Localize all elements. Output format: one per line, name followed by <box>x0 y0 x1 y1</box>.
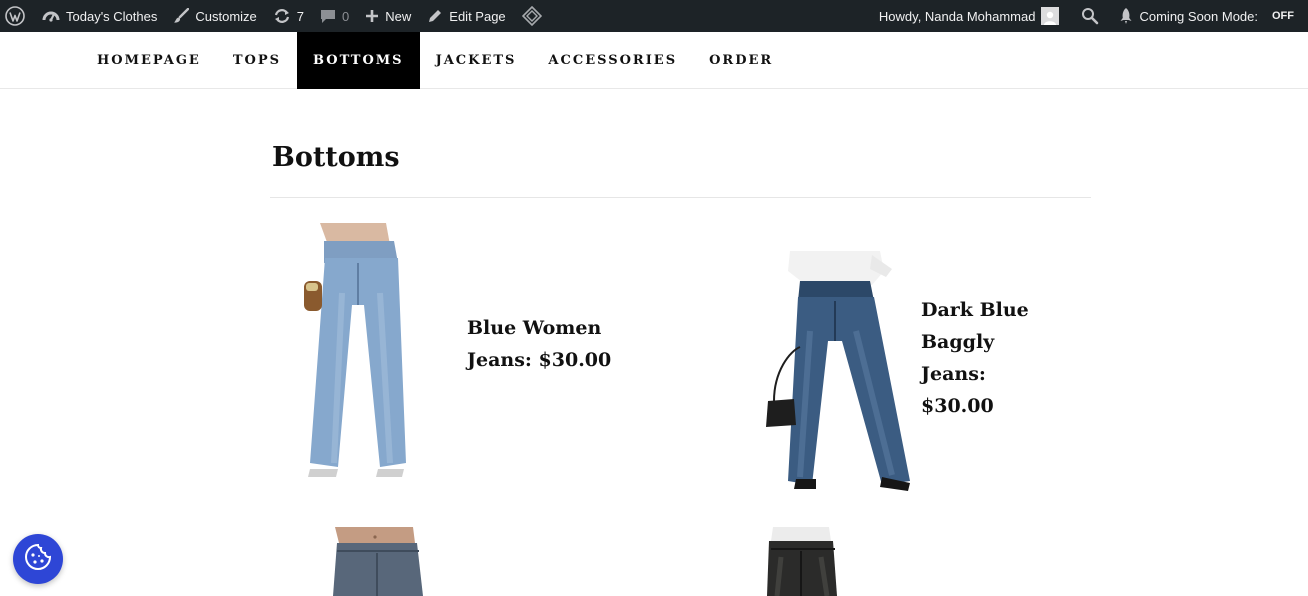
new-content-button[interactable]: New <box>357 0 419 32</box>
site-name-label: Today's Clothes <box>66 8 158 24</box>
nav-item-order[interactable]: ORDER <box>693 32 789 89</box>
comment-icon <box>320 8 336 24</box>
coming-soon-label: Coming Soon Mode: <box>1139 8 1258 24</box>
dashboard-icon <box>42 8 60 24</box>
brush-icon <box>173 8 190 24</box>
nav-menu: HOMEPAGE TOPS BOTTOMS JACKETS ACCESSORIE… <box>81 32 789 89</box>
nav-item-accessories[interactable]: ACCESSORIES <box>532 32 693 89</box>
edit-page-label: Edit Page <box>449 8 506 24</box>
nav-item-jackets[interactable]: JACKETS <box>420 32 533 89</box>
main-navigation: HOMEPAGE TOPS BOTTOMS JACKETS ACCESSORIE… <box>0 32 1308 89</box>
wordpress-logo-icon <box>5 6 25 26</box>
product-image-3[interactable] <box>333 527 425 596</box>
pencil-icon <box>427 8 443 24</box>
admin-bar: Today's Clothes Customize 7 0 New Edit P… <box>0 0 1308 32</box>
page-title: Bottoms <box>272 142 400 173</box>
product-name[interactable]: Dark Blue Baggly Jeans: $30.00 <box>921 294 1031 422</box>
coming-soon-status: OFF <box>1272 10 1294 22</box>
avatar <box>1041 7 1060 25</box>
refresh-icon <box>273 8 291 24</box>
coming-soon-toggle[interactable]: Coming Soon Mode: OFF <box>1109 0 1308 32</box>
product-name[interactable]: Blue Women Jeans: $30.00 <box>467 312 637 376</box>
product-image-blue-women-jeans[interactable] <box>298 223 418 479</box>
plus-icon <box>365 9 379 23</box>
site-name-menu[interactable]: Today's Clothes <box>34 0 165 32</box>
search-button[interactable] <box>1071 0 1109 32</box>
cookie-icon <box>23 542 53 577</box>
updates-button[interactable]: 7 <box>265 0 312 32</box>
edit-page-button[interactable]: Edit Page <box>419 0 513 32</box>
diamond-icon <box>521 6 542 26</box>
nav-item-bottoms[interactable]: BOTTOMS <box>297 32 420 89</box>
cookie-settings-button[interactable] <box>13 534 63 584</box>
customize-button[interactable]: Customize <box>165 0 264 32</box>
diamond-button[interactable] <box>514 0 550 32</box>
product-image-dark-blue-baggly-jeans[interactable] <box>760 251 912 491</box>
title-divider <box>270 197 1091 198</box>
howdy-label: Howdy, Nanda Mohammad <box>878 8 1036 24</box>
updates-count: 7 <box>296 8 305 24</box>
new-label: New <box>385 8 412 24</box>
comments-count: 0 <box>342 8 350 24</box>
search-icon <box>1081 7 1099 25</box>
product-image-4[interactable] <box>767 527 837 596</box>
comments-button[interactable]: 0 <box>312 0 357 32</box>
account-menu[interactable]: Howdy, Nanda Mohammad <box>871 0 1072 32</box>
customize-label: Customize <box>195 8 257 24</box>
nav-item-homepage[interactable]: HOMEPAGE <box>81 32 217 89</box>
wordpress-logo-button[interactable] <box>0 0 34 32</box>
rocket-icon <box>1119 7 1133 25</box>
nav-item-tops[interactable]: TOPS <box>217 32 297 89</box>
